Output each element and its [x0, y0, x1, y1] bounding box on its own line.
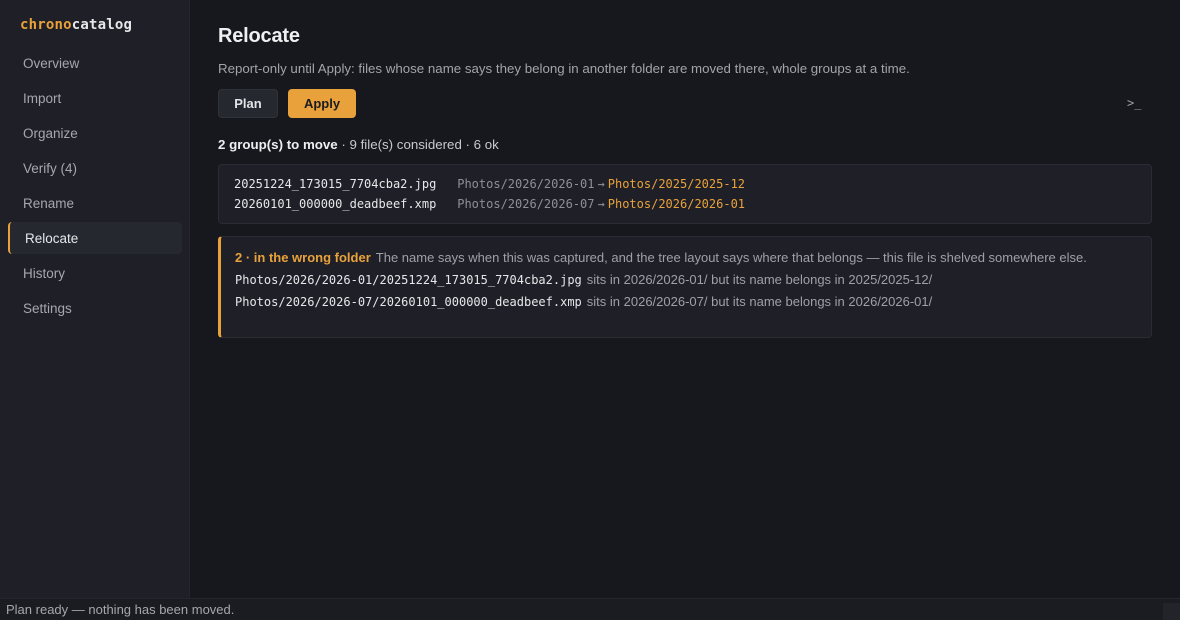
- list-item: 20251224_173015_7704cba2.jpg Photos/2026…: [234, 177, 1151, 197]
- sidebar-item-overview[interactable]: Overview: [8, 47, 182, 79]
- warning-note: sits in 2026/2026-07/ but its name belon…: [586, 294, 933, 309]
- sidebar-item-organize[interactable]: Organize: [8, 117, 182, 149]
- sidebar-item-label: Verify (4): [23, 160, 78, 176]
- arrow-right-icon: →: [597, 197, 605, 211]
- warning-title: 2 · in the wrong folder: [235, 250, 371, 265]
- list-item: 20260101_000000_deadbeef.xmp Photos/2026…: [234, 197, 1151, 217]
- warning-file-path: Photos/2026/2026-07/20260101_000000_dead…: [235, 295, 582, 309]
- terminal-icon[interactable]: >_: [1127, 96, 1141, 110]
- list-item: Photos/2026/2026-01/20251224_173015_7704…: [235, 272, 1121, 288]
- move-source-folder: Photos/2026/2026-01: [457, 177, 595, 191]
- app-window: chronocatalog Overview Import Organize V…: [0, 0, 1180, 620]
- list-item: Photos/2026/2026-07/20260101_000000_dead…: [235, 294, 1121, 310]
- sidebar: chronocatalog Overview Import Organize V…: [0, 0, 190, 598]
- arrow-right-icon: →: [597, 177, 605, 191]
- summary-details: · 9 file(s) considered · 6 ok: [337, 137, 499, 152]
- move-file-name: 20251224_173015_7704cba2.jpg: [234, 177, 437, 191]
- brand-part-1: chrono: [20, 17, 72, 33]
- status-bar: Plan ready — nothing has been moved.: [0, 598, 1180, 620]
- move-file-name: 20260101_000000_deadbeef.xmp: [234, 197, 437, 211]
- move-target-folder: Photos/2026/2026-01: [607, 197, 746, 211]
- sidebar-item-label: Organize: [23, 125, 78, 141]
- sidebar-item-label: Settings: [23, 300, 72, 316]
- page-title: Relocate: [218, 25, 300, 47]
- move-plan-list: 20251224_173015_7704cba2.jpg Photos/2026…: [218, 164, 1152, 224]
- move-summary: 2 group(s) to move · 9 file(s) considere…: [218, 137, 499, 152]
- status-text: Plan ready — nothing has been moved.: [6, 602, 235, 617]
- sidebar-item-verify[interactable]: Verify (4): [8, 152, 182, 184]
- sidebar-item-history[interactable]: History: [8, 257, 182, 289]
- page-subtitle: Report-only until Apply: files whose nam…: [218, 61, 910, 76]
- sidebar-item-label: Import: [23, 90, 62, 106]
- sidebar-item-rename[interactable]: Rename: [8, 187, 182, 219]
- sidebar-item-import[interactable]: Import: [8, 82, 182, 114]
- warning-description: The name says when this was captured, an…: [375, 250, 1087, 265]
- warning-file-path: Photos/2026/2026-01/20251224_173015_7704…: [235, 273, 582, 287]
- sidebar-item-label: Relocate: [25, 230, 79, 246]
- summary-groups: 2 group(s) to move: [218, 137, 338, 152]
- sidebar-item-label: Rename: [23, 195, 75, 211]
- plan-button[interactable]: Plan: [218, 89, 278, 118]
- brand-logo: chronocatalog: [20, 17, 132, 33]
- move-target-folder: Photos/2025/2025-12: [607, 177, 746, 191]
- warning-header: 2 · in the wrong folder The name says whe…: [235, 250, 1121, 266]
- sidebar-item-relocate[interactable]: Relocate: [8, 222, 182, 254]
- sidebar-item-settings[interactable]: Settings: [8, 292, 182, 324]
- sidebar-item-label: History: [23, 265, 66, 281]
- apply-button[interactable]: Apply: [288, 89, 356, 118]
- move-source-folder: Photos/2026/2026-07: [457, 197, 595, 211]
- wrong-folder-warning: 2 · in the wrong folder The name says whe…: [218, 236, 1152, 338]
- sidebar-item-label: Overview: [23, 55, 80, 71]
- warning-note: sits in 2026/2026-01/ but its name belon…: [586, 272, 933, 287]
- brand-part-2: catalog: [71, 17, 133, 33]
- sidebar-nav: Overview Import Organize Verify (4) Rena…: [8, 47, 182, 327]
- resize-grip[interactable]: [1163, 603, 1180, 620]
